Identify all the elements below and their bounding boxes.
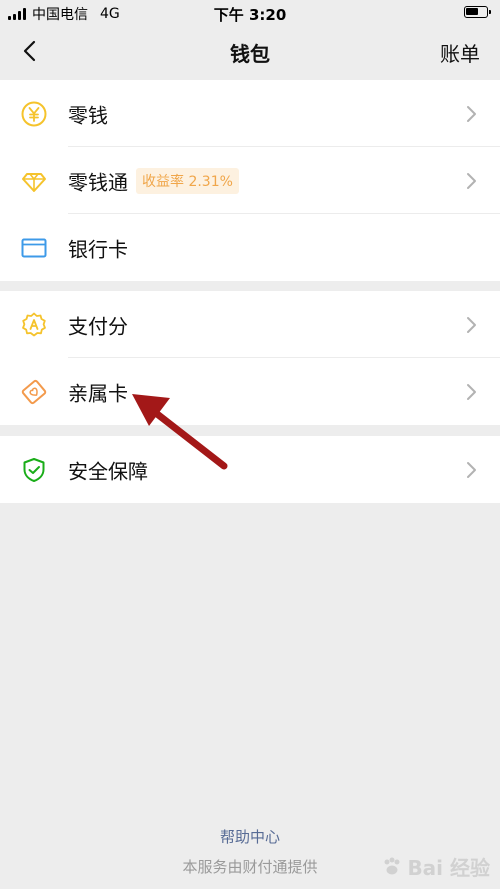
nav-bar: 钱包 账单 [0,24,500,78]
chevron-right-icon [467,461,476,478]
list-item-family-card[interactable]: 亲属卡 [0,358,500,425]
list-item-label: 亲属卡 [68,381,128,405]
list-item-label: 安全保障 [68,459,148,483]
status-time: 下午 3:20 [213,6,287,24]
battery-icon [464,6,491,18]
list-item-lingqiantong[interactable]: 零钱通 收益率 2.31% [0,147,500,214]
shield-check-icon [20,456,48,484]
list-item-label: 银行卡 [68,237,128,261]
list-item-change[interactable]: 零钱 [0,80,500,147]
back-button[interactable] [14,36,44,66]
diamond-icon [20,167,48,195]
status-bar: 中国电信 4G 下午 3:20 [0,0,500,24]
watermark-text: Bai 经验 [407,856,490,880]
chevron-right-icon [467,383,476,400]
list-item-label: 零钱通 [68,170,128,194]
chevron-left-icon [23,40,36,62]
coin-yuan-icon [20,100,48,128]
help-center-link[interactable]: 帮助中心 [0,826,500,847]
wallet-group-services: 支付分 亲属卡 [0,291,500,425]
payscore-badge-icon [20,311,48,339]
paw-icon [384,857,400,874]
bill-button[interactable]: 账单 [440,38,480,67]
list-item-label: 零钱 [68,103,108,127]
bank-card-icon [20,234,48,262]
list-item-payscore[interactable]: 支付分 [0,291,500,358]
chevron-right-icon [467,316,476,333]
family-card-icon [20,378,48,406]
watermark-logo: Bai 经验 [381,852,490,881]
chevron-right-icon [467,172,476,189]
wallet-group-security: 安全保障 [0,436,500,503]
list-item-security[interactable]: 安全保障 [0,436,500,503]
list-item-label: 支付分 [68,314,128,338]
chevron-right-icon [467,105,476,122]
yield-badge: 收益率 2.31% [136,167,239,194]
page-title: 钱包 [230,42,270,66]
wallet-group-funds: 零钱 零钱通 收益率 2.31% 银行卡 [0,80,500,281]
list-item-bank-card[interactable]: 银行卡 [0,214,500,281]
